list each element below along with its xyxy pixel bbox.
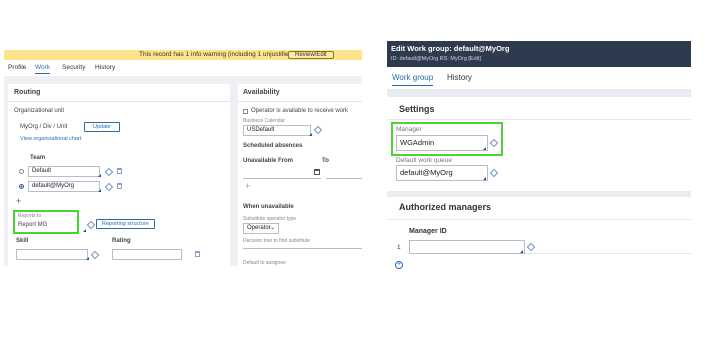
skill-field[interactable] bbox=[16, 249, 88, 260]
update-button[interactable]: Update bbox=[84, 122, 120, 132]
autocomplete-icon bbox=[83, 229, 86, 232]
manager-id-header: Manager ID bbox=[409, 228, 447, 235]
default-to-assignee-label: Default to assignee bbox=[243, 260, 286, 266]
org-unit-path: MyOrg / Div / Unit bbox=[20, 124, 68, 130]
work-group-panel: Edit Work group: default@MyOrg ID: defau… bbox=[387, 41, 691, 273]
add-absence-icon[interactable]: + bbox=[245, 181, 250, 191]
work-group-header: Edit Work group: default@MyOrg ID: defau… bbox=[387, 41, 691, 67]
settings-title: Settings bbox=[399, 104, 435, 114]
tab-history[interactable]: History bbox=[95, 64, 115, 71]
operator-record-panel: This record has 1 info warning (includin… bbox=[4, 50, 362, 266]
manager-label: Manager bbox=[396, 126, 422, 133]
substitute-type-label: Substitute operator type bbox=[243, 216, 297, 222]
org-unit-label: Organizational unit bbox=[14, 108, 65, 114]
operator-tabs: Profile Work Security History bbox=[4, 60, 362, 76]
availability-title: Availability bbox=[243, 89, 280, 96]
autocomplete-icon bbox=[520, 250, 523, 253]
authorized-managers-title: Authorized managers bbox=[399, 202, 492, 212]
gear-icon[interactable] bbox=[313, 125, 323, 135]
manager-id-field[interactable] bbox=[409, 240, 525, 254]
team-radio-default-myorg[interactable] bbox=[19, 184, 24, 189]
decision-tree-label: Decision tree to find substitute bbox=[243, 238, 310, 244]
manager-value: WGAdmin bbox=[400, 138, 435, 147]
divider bbox=[8, 101, 230, 102]
team-header: Team bbox=[30, 155, 46, 161]
divider bbox=[387, 89, 691, 97]
operator-available-label: Operator is available to receive work bbox=[251, 108, 349, 114]
work-group-subtitle: ID: default@MyOrg RS: MyOrg [Edit] bbox=[391, 56, 481, 62]
team-field-default[interactable]: Default bbox=[28, 166, 100, 177]
tab-security[interactable]: Security bbox=[62, 64, 85, 71]
autocomplete-icon bbox=[86, 257, 89, 260]
autocomplete-icon bbox=[483, 177, 486, 180]
business-calendar-label: Business Calendar bbox=[243, 118, 285, 124]
divider bbox=[525, 253, 691, 254]
review-edit-button[interactable]: Review/Edit bbox=[288, 51, 334, 59]
row-number: 1 bbox=[397, 244, 401, 251]
autocomplete-icon bbox=[98, 174, 101, 177]
autocomplete-icon bbox=[483, 147, 486, 150]
gear-icon[interactable] bbox=[104, 182, 114, 192]
skill-header: Skill bbox=[16, 238, 29, 244]
trash-icon[interactable] bbox=[117, 183, 122, 189]
tab-work-group[interactable]: Work group bbox=[392, 73, 434, 86]
manager-field[interactable]: WGAdmin bbox=[396, 135, 488, 151]
autocomplete-icon bbox=[309, 133, 312, 136]
gear-icon[interactable] bbox=[86, 220, 96, 230]
work-group-title: Edit Work group: default@MyOrg bbox=[391, 44, 510, 53]
unavailable-from-header: Unavailable From bbox=[243, 158, 294, 164]
unavailable-to-field[interactable] bbox=[326, 168, 362, 179]
default-queue-label: Default work queue bbox=[396, 157, 453, 164]
gear-icon[interactable] bbox=[104, 167, 114, 177]
gear-icon[interactable] bbox=[526, 242, 536, 252]
reports-to-value[interactable]: Report MG bbox=[18, 222, 47, 228]
trash-icon[interactable] bbox=[117, 168, 122, 174]
autocomplete-icon bbox=[98, 189, 101, 192]
gear-icon[interactable] bbox=[489, 168, 499, 178]
team-radio-default[interactable] bbox=[19, 169, 24, 174]
scheduled-absences-title: Scheduled absences bbox=[243, 143, 303, 149]
tab-work[interactable]: Work bbox=[35, 64, 51, 74]
operator-available-checkbox[interactable] bbox=[243, 109, 248, 114]
reports-to-label: Reports to bbox=[18, 213, 42, 219]
rating-field[interactable] bbox=[112, 249, 182, 260]
team-value-default: Default bbox=[32, 168, 52, 174]
calendar-icon[interactable] bbox=[314, 169, 320, 175]
divider bbox=[387, 119, 691, 120]
add-team-icon[interactable]: + bbox=[16, 196, 21, 206]
trash-icon[interactable] bbox=[195, 251, 200, 257]
tab-profile[interactable]: Profile bbox=[8, 64, 26, 71]
when-unavailable-title: When unavailable bbox=[243, 204, 294, 210]
divider bbox=[387, 219, 691, 220]
divider bbox=[387, 191, 691, 197]
default-queue-field[interactable]: default@MyOrg bbox=[396, 165, 488, 181]
team-field-default-myorg[interactable]: default@MyOrg bbox=[28, 181, 100, 192]
substitute-type-select[interactable]: Operator ⌄ bbox=[243, 223, 279, 234]
work-group-tabs: Work group History bbox=[387, 67, 691, 89]
unavailable-from-field[interactable] bbox=[243, 168, 321, 179]
warning-message: This record has 1 info warning (includin… bbox=[139, 51, 295, 58]
team-value-default-myorg: default@MyOrg bbox=[32, 183, 75, 189]
routing-title: Routing bbox=[14, 89, 41, 96]
tab-history[interactable]: History bbox=[447, 73, 472, 82]
business-calendar-value: USDefault bbox=[247, 127, 275, 133]
view-org-chart-link[interactable]: View organizational chart bbox=[20, 136, 81, 142]
substitute-type-value: Operator bbox=[247, 225, 271, 231]
warning-bar: This record has 1 info warning (includin… bbox=[4, 50, 362, 60]
gear-icon[interactable] bbox=[90, 250, 100, 260]
divider bbox=[238, 101, 362, 102]
add-manager-icon[interactable]: + bbox=[395, 261, 403, 269]
business-calendar-field[interactable]: USDefault bbox=[243, 125, 311, 136]
availability-section: Availability Operator is available to re… bbox=[238, 84, 362, 266]
decision-tree-field[interactable] bbox=[243, 248, 362, 249]
routing-section: Routing Organizational unit MyOrg / Div … bbox=[8, 84, 230, 266]
chevron-down-icon: ⌄ bbox=[269, 225, 275, 231]
reporting-structure-button[interactable]: Reporting structure bbox=[96, 219, 155, 229]
rating-header: Rating bbox=[112, 238, 131, 244]
to-header: To bbox=[322, 158, 329, 164]
default-queue-value: default@MyOrg bbox=[400, 168, 453, 177]
